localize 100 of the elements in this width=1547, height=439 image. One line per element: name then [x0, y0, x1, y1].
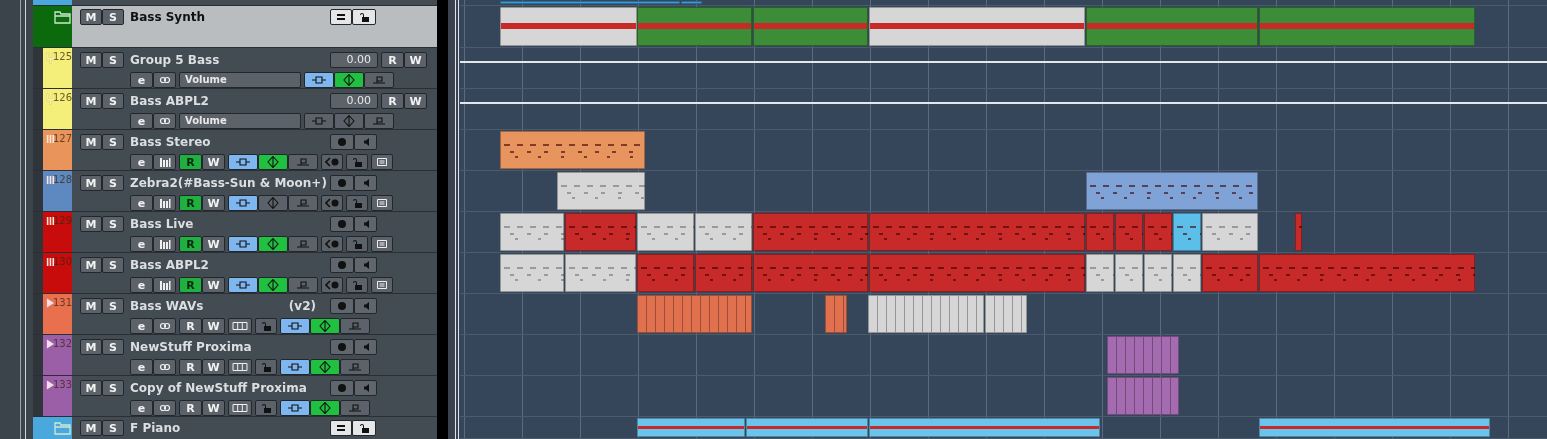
automation-read-button[interactable]: [228, 195, 258, 211]
compare-button[interactable]: [321, 195, 343, 211]
solo-button[interactable]: S: [102, 339, 124, 355]
list-button[interactable]: [371, 277, 393, 293]
track-header[interactable]: 125 M S Group 5 Bass 0.00 R W e Volume: [33, 48, 437, 89]
link-button[interactable]: [153, 318, 176, 334]
splitter-bar[interactable]: [437, 0, 460, 439]
midi-part[interactable]: [1085, 172, 1258, 210]
automation-touch-button[interactable]: [310, 359, 340, 375]
track-header[interactable]: 129 M S Bass Live e R W: [33, 212, 437, 253]
parameter-field[interactable]: Volume: [179, 113, 301, 129]
keyboard-button[interactable]: [153, 154, 176, 170]
automation-read-button[interactable]: [304, 72, 334, 88]
mute-button[interactable]: M: [80, 93, 102, 109]
folder-options-button[interactable]: [330, 9, 352, 25]
link-button[interactable]: [153, 400, 176, 416]
folder-part[interactable]: [1085, 7, 1258, 46]
record-button[interactable]: [330, 257, 354, 273]
track-header[interactable]: 128 M S Zebra2(#Bass-Sun & Moon+) e R W: [33, 171, 437, 212]
keyboard-button[interactable]: [153, 195, 176, 211]
write-button[interactable]: W: [202, 359, 225, 375]
track-header[interactable]: 126 M S Bass ABPL2 0.00 R W e Volume: [33, 89, 437, 130]
midi-part[interactable]: [499, 131, 645, 169]
midi-part[interactable]: [564, 254, 637, 292]
folder-part[interactable]: [868, 7, 1086, 46]
write-button[interactable]: W: [202, 400, 225, 416]
write-button[interactable]: W: [202, 277, 225, 293]
solo-button[interactable]: S: [102, 52, 124, 68]
link-button[interactable]: [153, 72, 176, 88]
folder-part[interactable]: [636, 418, 745, 437]
edit-button[interactable]: e: [130, 195, 153, 211]
solo-button[interactable]: S: [102, 134, 124, 150]
automation-touch-button[interactable]: [258, 277, 288, 293]
record-button[interactable]: [330, 134, 354, 150]
folder-part[interactable]: [1259, 418, 1490, 437]
automation-read-button[interactable]: [280, 400, 310, 416]
read-button[interactable]: R: [381, 52, 404, 68]
automation-write-button[interactable]: [364, 113, 394, 129]
edit-button[interactable]: e: [130, 236, 153, 252]
mute-button[interactable]: M: [80, 380, 102, 396]
monitor-button[interactable]: [354, 298, 377, 314]
lock-button[interactable]: [352, 420, 376, 436]
lanes-button[interactable]: [228, 318, 252, 334]
edit-button[interactable]: e: [130, 277, 153, 293]
list-button[interactable]: [371, 154, 393, 170]
mute-button[interactable]: M: [80, 216, 102, 232]
solo-button[interactable]: S: [102, 216, 124, 232]
midi-part[interactable]: [1172, 213, 1202, 251]
mute-button[interactable]: M: [80, 175, 102, 191]
edit-button[interactable]: e: [130, 359, 153, 375]
folder-track-header[interactable]: M S Bass Synth: [33, 6, 437, 48]
track-header[interactable]: 127 M S Bass Stereo e R W: [33, 130, 437, 171]
midi-part[interactable]: [636, 213, 695, 251]
automation-touch-button[interactable]: [334, 72, 364, 88]
folder-part[interactable]: [680, 1, 702, 4]
mute-button[interactable]: M: [80, 134, 102, 150]
read-button[interactable]: R: [179, 318, 202, 334]
lanes-button[interactable]: [228, 400, 252, 416]
mute-button[interactable]: M: [80, 420, 102, 436]
midi-part[interactable]: [1114, 254, 1144, 292]
audio-event[interactable]: [984, 295, 1028, 333]
mute-button[interactable]: M: [80, 52, 102, 68]
mute-button[interactable]: M: [80, 257, 102, 273]
midi-part[interactable]: [694, 213, 753, 251]
solo-button[interactable]: S: [102, 420, 124, 436]
keyboard-button[interactable]: [153, 236, 176, 252]
edit-button[interactable]: e: [130, 400, 153, 416]
write-button[interactable]: W: [202, 195, 225, 211]
write-button[interactable]: W: [404, 93, 427, 109]
automation-touch-button[interactable]: [258, 236, 288, 252]
automation-touch-button[interactable]: [310, 318, 340, 334]
solo-button[interactable]: S: [102, 298, 124, 314]
record-button[interactable]: [330, 216, 354, 232]
lock-button[interactable]: [352, 9, 376, 25]
folder-part[interactable]: [752, 7, 869, 46]
record-button[interactable]: [330, 339, 354, 355]
link-button[interactable]: [153, 359, 176, 375]
edit-button[interactable]: e: [130, 318, 153, 334]
edit-button[interactable]: e: [130, 154, 153, 170]
automation-read-button[interactable]: [228, 277, 258, 293]
keyboard-button[interactable]: [153, 277, 176, 293]
write-button[interactable]: W: [202, 318, 225, 334]
read-button[interactable]: R: [179, 195, 202, 211]
solo-button[interactable]: S: [102, 175, 124, 191]
automation-touch-button[interactable]: [258, 154, 288, 170]
automation-read-button[interactable]: [280, 359, 310, 375]
midi-part[interactable]: [1172, 254, 1202, 292]
track-header[interactable]: 130 M S Bass ABPL2 e R W: [33, 253, 437, 294]
solo-button[interactable]: S: [102, 93, 124, 109]
folder-part[interactable]: [499, 1, 680, 4]
solo-button[interactable]: S: [102, 257, 124, 273]
automation-write-button[interactable]: [288, 195, 318, 211]
mute-button[interactable]: M: [80, 298, 102, 314]
link-button[interactable]: [153, 113, 176, 129]
folder-part[interactable]: [1259, 7, 1475, 46]
audio-event[interactable]: [824, 295, 847, 333]
list-button[interactable]: [371, 195, 393, 211]
monitor-button[interactable]: [354, 380, 377, 396]
write-button[interactable]: W: [202, 154, 225, 170]
compare-button[interactable]: [321, 236, 343, 252]
